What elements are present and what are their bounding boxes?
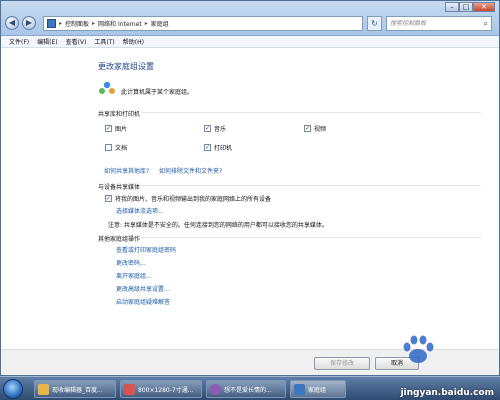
section-divider (141, 185, 481, 186)
media-security-note: 注意: 共享媒体是不安全的。任何连接到您的网络的用户都可以接收您的共享媒体。 (108, 222, 328, 229)
page-title: 更改家庭组设置 (98, 62, 154, 71)
taskbar-item[interactable]: 想不是爱长情的... (206, 380, 286, 398)
menu-edit[interactable]: 编辑(E) (37, 37, 57, 46)
library-checkbox-music[interactable]: ✓ 音乐 (204, 124, 226, 133)
pdf-icon (124, 383, 135, 395)
library-checkbox-documents[interactable]: 文档 (105, 143, 127, 152)
checkbox[interactable]: ✓ (304, 125, 311, 132)
taskbar-item-homegroup[interactable]: 家庭组 (290, 380, 346, 398)
taskbar-item[interactable]: 800×1280-7寸通... (120, 380, 202, 398)
watermark-text: jingyan.baidu.com (400, 388, 494, 398)
breadcrumb-item[interactable]: 控制面板 (65, 19, 89, 28)
change-password-link[interactable]: 更改密码... (116, 258, 146, 267)
checkbox[interactable]: ✓ (105, 195, 112, 202)
media-streaming-checkbox[interactable]: ✓ 将我的图片、音乐和视频输出到我的家庭网络上的所有设备 (105, 194, 271, 203)
back-button[interactable]: ◀ (5, 16, 19, 30)
homegroup-status-text: 此计算机属于某个家庭组。 (121, 89, 194, 96)
search-input[interactable]: 搜索控制面板 ⌕ (386, 16, 492, 31)
close-button[interactable]: ✕ (473, 2, 495, 12)
control-panel-icon (47, 19, 56, 28)
control-panel-icon (294, 383, 305, 395)
section-divider (141, 237, 481, 238)
menu-help[interactable]: 帮助(H) (123, 37, 144, 46)
other-actions-heading: 其他家庭组操作 (98, 236, 141, 243)
minimize-button[interactable]: – (445, 2, 459, 12)
address-bar[interactable]: ▸ 控制面板 ▸ 网络和 Internet ▸ 家庭组 (43, 16, 363, 31)
checkbox[interactable] (105, 144, 112, 151)
breadcrumb-item[interactable]: 家庭组 (151, 19, 169, 28)
save-changes-button[interactable]: 保存修改 (314, 357, 370, 370)
advanced-sharing-settings-link[interactable]: 更改高级共享设置... (116, 284, 170, 293)
app-icon (38, 383, 49, 395)
library-checkbox-printers[interactable]: ✓ 打印机 (204, 143, 232, 152)
forward-button[interactable]: ▶ (22, 16, 36, 30)
homegroup-icon (99, 81, 115, 94)
section-divider (141, 112, 481, 113)
how-exclude-files-link[interactable]: 如何排除文件和文件夹? (159, 166, 222, 175)
control-panel-window: ◀ ▶ ▸ 控制面板 ▸ 网络和 Internet ▸ 家庭组 ↻ 搜索控制面板… (0, 0, 500, 376)
leave-homegroup-link[interactable]: 离开家庭组... (116, 271, 152, 280)
library-checkbox-pictures[interactable]: ✓ 图片 (105, 124, 127, 133)
title-bar: ◀ ▶ ▸ 控制面板 ▸ 网络和 Internet ▸ 家庭组 ↻ 搜索控制面板… (1, 1, 499, 36)
window-caption-buttons: – □ ✕ (445, 2, 495, 12)
start-button[interactable] (3, 379, 23, 399)
media-section-heading: 与设备共享媒体 (98, 184, 141, 191)
checkbox[interactable]: ✓ (204, 125, 211, 132)
checkbox[interactable]: ✓ (204, 144, 211, 151)
view-print-password-link[interactable]: 查看或打印家庭组密码 (116, 245, 176, 254)
music-player-icon (210, 383, 221, 395)
homegroup-troubleshooter-link[interactable]: 启动家庭组疑难解答 (116, 297, 170, 306)
menu-file[interactable]: 文件(F) (9, 37, 29, 46)
main-content: 更改家庭组设置 此计算机属于某个家庭组。 共享库和打印机 ✓ 图片 ✓ 音乐 ✓… (1, 49, 499, 349)
checkbox[interactable]: ✓ (105, 125, 112, 132)
taskbar: 现收编辑器_百度... 800×1280-7寸通... 想不是爱长情的... 家… (0, 376, 500, 400)
maximize-button[interactable]: □ (459, 2, 473, 12)
media-stream-options-link[interactable]: 选择媒体流选项... (116, 206, 164, 215)
refresh-icon[interactable]: ↻ (367, 16, 382, 31)
menu-tools[interactable]: 工具(T) (94, 37, 114, 46)
library-checkbox-videos[interactable]: ✓ 视频 (304, 124, 326, 133)
breadcrumb-item[interactable]: 网络和 Internet (98, 19, 142, 28)
menu-view[interactable]: 查看(V) (66, 37, 87, 46)
search-icon: ⌕ (483, 19, 488, 28)
baidu-paw-logo (403, 335, 434, 363)
taskbar-item[interactable]: 现收编辑器_百度... (34, 380, 116, 398)
menu-bar: 文件(F) 编辑(E) 查看(V) 工具(T) 帮助(H) (1, 36, 499, 48)
share-section-heading: 共享库和打印机 (98, 111, 141, 118)
how-share-other-libraries-link[interactable]: 如何共享其他库? (104, 166, 149, 175)
